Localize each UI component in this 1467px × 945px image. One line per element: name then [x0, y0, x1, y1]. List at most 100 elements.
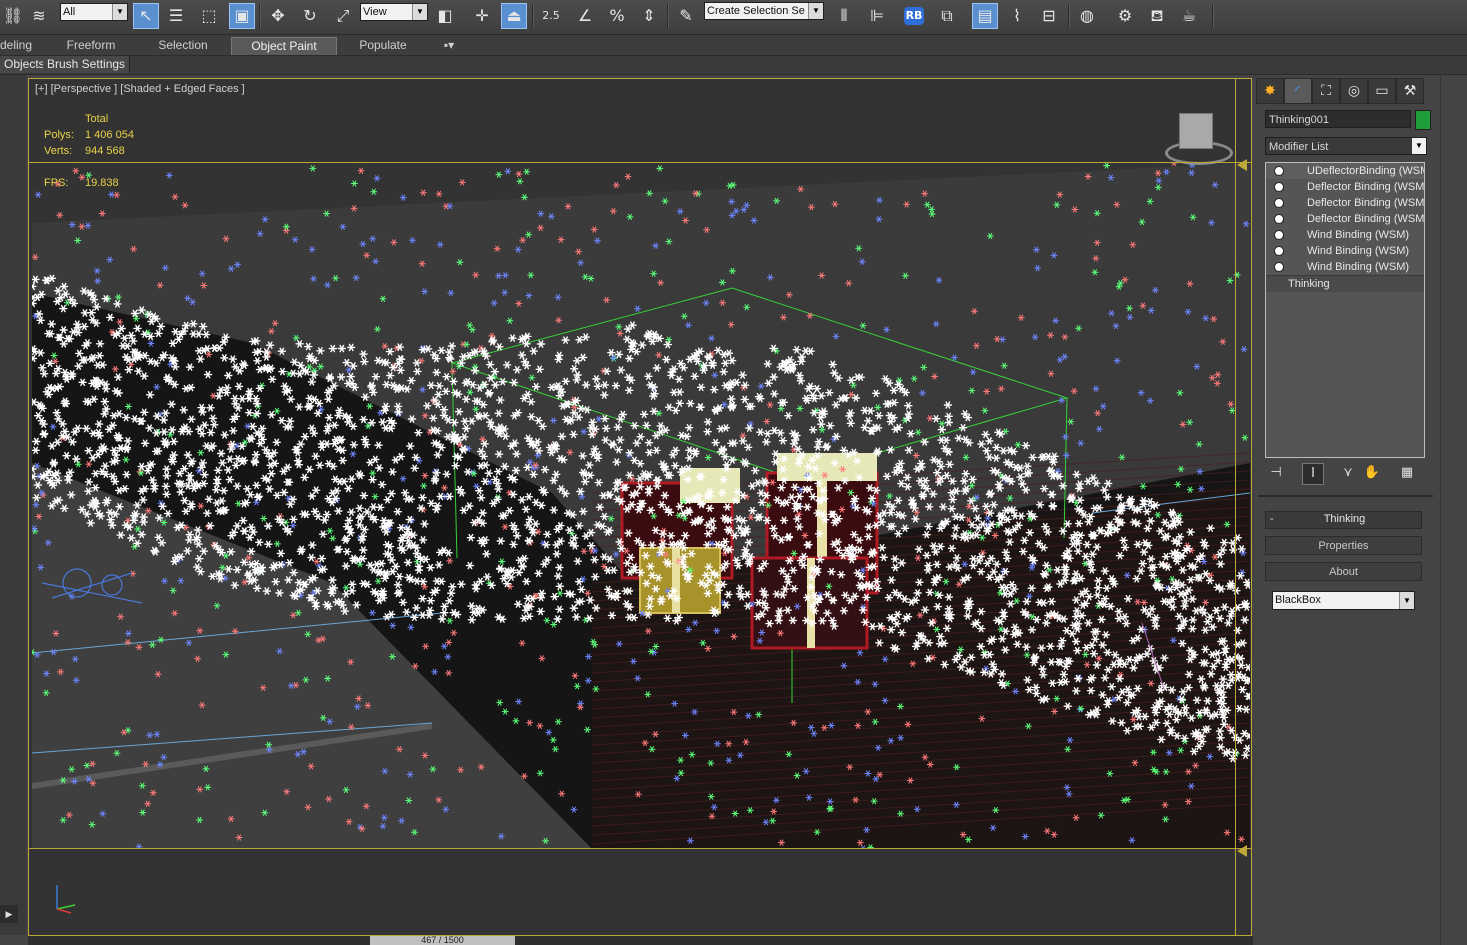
axis-tripod-icon — [56, 885, 76, 914]
modifier-stack[interactable]: UDeflectorBinding (WSM) Deflector Bindin… — [1265, 162, 1425, 458]
snaps-toggle-icon[interactable]: 2.5 — [538, 3, 564, 29]
keyboard-shortcut-override-icon[interactable]: ⏏ — [501, 3, 527, 29]
particle — [56, 212, 64, 219]
layer-manager-icon[interactable]: ⧉ — [934, 3, 960, 29]
display-panel-icon[interactable]: ▭ — [1368, 78, 1396, 104]
lightbulb-icon[interactable] — [1274, 198, 1284, 208]
particle — [98, 210, 106, 217]
select-manipulate-icon[interactable]: ✛ — [469, 3, 495, 29]
particle — [309, 165, 317, 172]
selection-filter-dropdown[interactable]: All ▼ — [60, 3, 128, 21]
mirror-icon[interactable]: ⫴ — [831, 3, 857, 29]
particle — [108, 191, 115, 198]
select-object-icon[interactable]: ↖ — [133, 3, 159, 29]
viewcube-box-icon[interactable] — [1179, 113, 1213, 149]
rollout-title: Thinking — [1323, 513, 1366, 525]
particle — [516, 178, 524, 185]
time-slider[interactable]: 467 / 1500 — [370, 936, 515, 945]
render-setup-icon[interactable]: ⚙ — [1112, 3, 1138, 29]
create-panel-icon[interactable]: ✸ — [1256, 78, 1284, 104]
window-crossing-icon[interactable]: ▣ — [229, 3, 255, 29]
object-color-swatch[interactable] — [1415, 110, 1431, 130]
move-icon[interactable]: ✥ — [265, 3, 291, 29]
align-icon[interactable]: ⊫ — [864, 3, 890, 29]
modifier-stack-item[interactable]: UDeflectorBinding (WSM) — [1266, 163, 1424, 179]
chevron-down-icon: ▼ — [808, 3, 823, 19]
scene-explorer-icon[interactable]: ▤ — [972, 3, 998, 29]
tab-object-paint[interactable]: Object Paint — [231, 37, 337, 55]
lightbulb-icon[interactable] — [1274, 166, 1284, 176]
remove-modifier-icon[interactable]: ✋ — [1362, 463, 1382, 483]
object-name-field[interactable]: Thinking001 — [1265, 110, 1411, 128]
particle — [171, 193, 179, 200]
tab-populate[interactable]: Populate — [350, 37, 416, 54]
modifier-list-dropdown[interactable]: Modifier List ▼ — [1265, 137, 1427, 155]
modifier-stack-item[interactable]: Wind Binding (WSM) — [1266, 227, 1424, 243]
lightbulb-icon[interactable] — [1274, 182, 1284, 192]
motion-panel-icon[interactable]: ◎ — [1340, 78, 1368, 104]
rect-selection-region-icon[interactable]: ⬚ — [196, 3, 222, 29]
reference-coordinate-dropdown[interactable]: View ▼ — [360, 3, 428, 21]
toolbar-divider — [532, 4, 534, 28]
modifier-stack-item[interactable]: Deflector Binding (WSM) — [1266, 195, 1424, 211]
utilities-panel-icon[interactable]: ⚒ — [1396, 78, 1424, 104]
configure-modifier-sets-icon[interactable]: ▦ — [1397, 463, 1417, 483]
material-editor-icon[interactable]: ◍ — [1074, 3, 1100, 29]
blackbox-dropdown[interactable]: BlackBox ▼ — [1272, 591, 1415, 610]
rb-plugin-icon[interactable]: RB — [901, 3, 927, 29]
lightbulb-icon[interactable] — [1274, 246, 1284, 256]
modifier-stack-item[interactable]: Wind Binding (WSM) — [1266, 259, 1424, 275]
viewcube[interactable] — [1161, 109, 1233, 165]
tab-modeling[interactable]: deling — [0, 37, 40, 54]
selection-filter-value: All — [63, 6, 76, 18]
modifier-stack-base-object[interactable]: Thinking — [1266, 275, 1424, 292]
particle — [504, 168, 512, 175]
lightbulb-icon[interactable] — [1274, 230, 1284, 240]
safe-frame-right — [1235, 79, 1236, 935]
make-unique-icon[interactable]: ⋎ — [1338, 463, 1358, 483]
safe-frame-marker — [1237, 845, 1247, 857]
pin-stack-icon[interactable]: ⊣ — [1266, 463, 1286, 483]
modifier-stack-item[interactable]: Wind Binding (WSM) — [1266, 243, 1424, 259]
blackbox-value: BlackBox — [1275, 594, 1321, 606]
modifier-stack-item[interactable]: Deflector Binding (WSM) — [1266, 211, 1424, 227]
viewport-label[interactable]: [+] [Perspective ] [Shaded + Edged Faces… — [35, 83, 245, 95]
lightbulb-icon[interactable] — [1274, 214, 1284, 224]
render-production-icon[interactable]: ☕ — [1176, 3, 1202, 29]
hierarchy-panel-icon[interactable]: ⛶ — [1312, 78, 1340, 104]
tab-freeform[interactable]: Freeform — [58, 37, 124, 54]
show-end-result-icon[interactable]: Ⅰ — [1302, 463, 1324, 485]
modify-panel-icon[interactable]: ◜ — [1284, 78, 1312, 104]
modifier-list-label: Modifier List — [1269, 141, 1329, 153]
pivot-center-icon[interactable]: ◧ — [432, 3, 458, 29]
modifier-stack-label: Wind Binding (WSM) — [1307, 229, 1410, 241]
percent-snap-icon[interactable]: % — [604, 3, 630, 29]
rollout-header-thinking[interactable]: - Thinking — [1265, 511, 1422, 529]
edit-named-selection-icon[interactable]: ✎ — [673, 3, 699, 29]
schematic-view-icon[interactable]: ⊟ — [1036, 3, 1062, 29]
spinner-snap-icon[interactable]: ⇕ — [636, 3, 662, 29]
select-by-name-icon[interactable]: ☰ — [163, 3, 189, 29]
perspective-viewport[interactable]: [+] [Perspective ] [Shaded + Edged Faces… — [28, 78, 1252, 936]
unlink-icon[interactable]: ≋ — [26, 3, 52, 29]
panel-brush-settings[interactable]: Brush Settings — [43, 56, 131, 73]
properties-button[interactable]: Properties — [1265, 536, 1422, 555]
lightbulb-icon[interactable] — [1274, 262, 1284, 272]
angle-snap-icon[interactable]: ∠ — [572, 3, 598, 29]
tab-selection[interactable]: Selection — [150, 37, 216, 54]
toolbar-divider — [1068, 4, 1070, 28]
link-icon[interactable]: ⛓ — [0, 3, 26, 29]
ribbon-options-icon[interactable]: ▪▾ — [436, 37, 462, 54]
about-button[interactable]: About — [1265, 562, 1422, 581]
panel-scroll-edge — [1440, 75, 1441, 945]
particle — [370, 188, 378, 195]
modifier-stack-label: Deflector Binding (WSM) — [1307, 213, 1425, 225]
rotate-icon[interactable]: ↻ — [297, 3, 323, 29]
expand-arrow-icon[interactable]: ▶ — [0, 905, 18, 923]
scale-icon[interactable]: ⤢ — [330, 3, 356, 29]
modifier-stack-item[interactable]: Deflector Binding (WSM) — [1266, 179, 1424, 195]
curve-editor-icon[interactable]: ⌇ — [1004, 3, 1030, 29]
toolbar-divider — [667, 4, 669, 28]
rendered-frame-window-icon[interactable]: ⛾ — [1144, 3, 1170, 29]
named-selection-dropdown[interactable]: Create Selection Se ▼ — [704, 2, 824, 20]
